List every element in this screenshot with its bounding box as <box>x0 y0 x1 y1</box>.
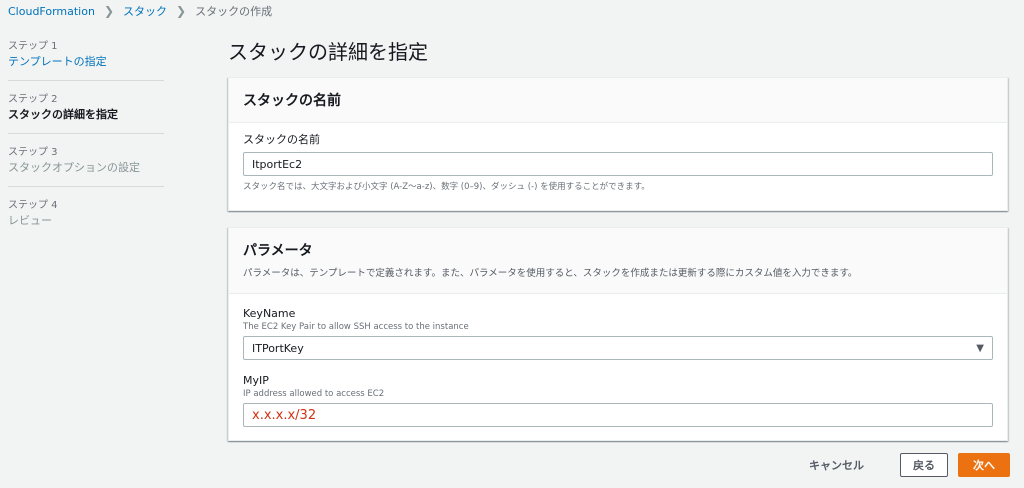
myip-input[interactable]: x.x.x.x/32 <box>243 403 993 427</box>
stack-name-constraint: スタック名では、大文字および小文字 (A-Z～a-z)、数字 (0–9)、ダッシ… <box>243 182 650 192</box>
step-1: ステップ 1 テンプレートの指定 <box>8 40 164 81</box>
keyname-value: ITPortKey <box>252 341 304 355</box>
panel-title: パラメータ <box>243 243 313 259</box>
chevron-right-icon: ❯ <box>103 4 115 18</box>
keyname-label: KeyName <box>243 307 296 320</box>
panel-body: スタックの名前 ItportEc2 スタック名では、大文字および小文字 (A-Z… <box>229 123 1007 204</box>
breadcrumb-cloudformation[interactable]: CloudFormation <box>8 5 95 18</box>
chevron-right-icon: ❯ <box>176 4 187 18</box>
panel-body: KeyName The EC2 Key Pair to allow SSH ac… <box>229 294 1007 439</box>
step-label: ステップ 2 <box>8 94 58 105</box>
breadcrumb-create-stack: スタックの作成 <box>195 5 273 18</box>
breadcrumb: CloudFormation ❯ スタック ❯ スタックの作成 <box>8 0 272 22</box>
panel-header: スタックの名前 <box>229 78 1007 123</box>
myip-value: x.x.x.x/32 <box>252 407 317 423</box>
stack-name-input[interactable]: ItportEc2 <box>243 152 993 176</box>
step-2: ステップ 2 スタックの詳細を指定 <box>8 93 164 134</box>
stack-name-panel: スタックの名前 スタックの名前 ItportEc2 スタック名では、大文字および… <box>228 77 1008 211</box>
keyname-select[interactable]: ITPortKey ▼ <box>243 336 993 360</box>
panel-header: パラメータ パラメータは、テンプレートで定義されます。また、パラメータを使用する… <box>229 228 1007 294</box>
panel-title: スタックの名前 <box>243 93 341 109</box>
next-button[interactable]: 次へ <box>958 453 1010 477</box>
step-1-link[interactable]: テンプレートの指定 <box>8 54 164 70</box>
wizard-footer: キャンセル 戻る 次へ <box>809 453 1010 477</box>
cancel-button[interactable]: キャンセル <box>809 457 890 473</box>
step-label: ステップ 3 <box>8 147 58 158</box>
myip-description: IP address allowed to access EC2 <box>243 389 385 399</box>
back-button[interactable]: 戻る <box>900 453 948 477</box>
panel-description: パラメータは、テンプレートで定義されます。また、パラメータを使用すると、スタック… <box>243 268 858 279</box>
keyname-description: The EC2 Key Pair to allow SSH access to … <box>243 322 469 332</box>
parameters-panel: パラメータ パラメータは、テンプレートで定義されます。また、パラメータを使用する… <box>228 227 1008 441</box>
step-4: ステップ 4 レビュー <box>8 199 164 239</box>
wizard-steps: ステップ 1 テンプレートの指定 ステップ 2 スタックの詳細を指定 ステップ … <box>8 40 164 251</box>
breadcrumb-stacks[interactable]: スタック <box>123 3 167 19</box>
step-2-title: スタックの詳細を指定 <box>8 108 118 121</box>
myip-label: MyIP <box>243 374 269 387</box>
stack-name-label: スタックの名前 <box>243 133 320 146</box>
step-3-title: スタックオプションの設定 <box>8 161 140 174</box>
step-label: ステップ 1 <box>8 41 58 52</box>
step-label: ステップ 4 <box>8 200 58 211</box>
step-4-title: レビュー <box>8 214 52 227</box>
step-3: ステップ 3 スタックオプションの設定 <box>8 146 164 187</box>
caret-down-icon: ▼ <box>976 342 984 354</box>
page-title: スタックの詳細を指定 <box>228 40 428 64</box>
